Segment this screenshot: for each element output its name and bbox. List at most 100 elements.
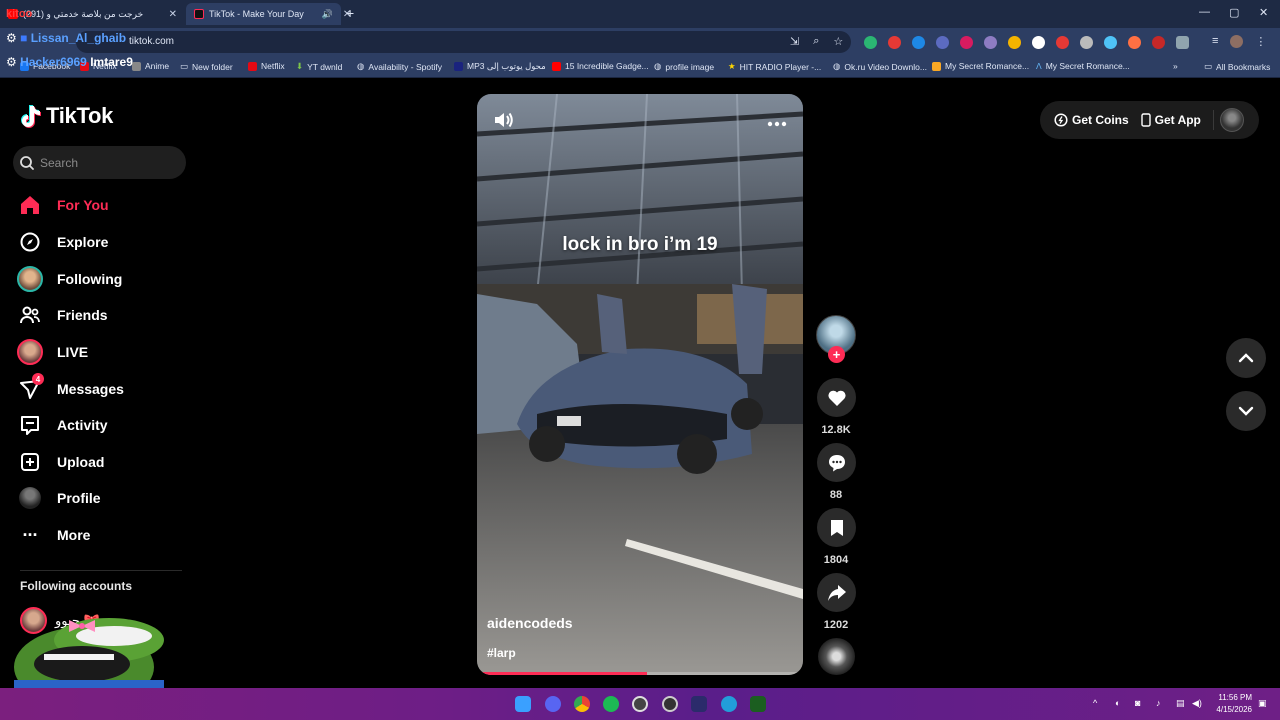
save-button[interactable] [817,508,856,547]
tray-discord-icon[interactable]: ◙ [1135,698,1140,708]
clock-date: 4/15/2026 [1216,705,1252,714]
bookmark-item[interactable]: Netflix [248,61,285,71]
telegram-icon[interactable] [721,696,737,712]
bookmark-item[interactable]: ⬇ YT dwnld [296,61,342,72]
bookmark-item[interactable]: ◍ Ok.ru Video Downlo... [833,61,927,72]
bookmark-item[interactable]: 15 Incredible Gadge... [552,61,649,71]
bookmark-star-icon[interactable]: ☆ [833,35,843,48]
video-player[interactable]: lock in bro i’m 19 aidencodeds #larp [477,94,803,675]
search-box[interactable] [13,146,186,179]
all-bookmarks[interactable]: ▭ All Bookmarks [1204,61,1270,72]
bookmarks-overflow[interactable]: » [1173,61,1178,71]
extension-icon[interactable] [960,36,973,49]
video-author[interactable]: aidencodeds [487,615,573,631]
address-bar[interactable]: tiktok.com [76,31,851,53]
extensions-puzzle-icon[interactable] [1176,36,1189,49]
video-progress-bar[interactable] [477,672,803,675]
extension-icon[interactable] [1152,36,1165,49]
next-video-button[interactable] [1226,391,1266,431]
volume-tray-icon[interactable]: ◀) [1192,698,1202,709]
bookmark-item[interactable]: My Secret Romance... [932,61,1029,71]
previous-video-button[interactable] [1226,338,1266,378]
extension-icon[interactable] [888,36,901,49]
overlay-name-text: Lissan_Al_ghaib [30,31,127,45]
video-hashtag[interactable]: #larp [487,646,516,660]
microphone-icon[interactable]: ♪ [1156,698,1161,708]
bookmark-label: Ok.ru Video Downlo... [844,61,927,72]
chrome-icon[interactable] [574,696,590,712]
discord-icon[interactable] [545,696,561,712]
music-disc-icon[interactable] [818,638,855,675]
obs-icon[interactable] [632,696,648,712]
zoom-icon[interactable]: ⌕ [813,35,819,48]
extension-icon[interactable] [1008,36,1021,49]
extension-icon[interactable] [1080,36,1093,49]
search-input[interactable] [40,155,170,170]
tray-overflow-icon[interactable]: ^ [1093,698,1097,708]
bookmark-item[interactable]: ◍ Availability - Spotify [357,61,442,72]
extension-icon[interactable] [1104,36,1117,49]
minimize-button[interactable]: — [1199,6,1210,18]
start-icon[interactable] [515,696,531,712]
volume-button[interactable] [493,110,515,135]
tiktok-logo[interactable]: TikTok [20,103,113,129]
profile-avatar-icon[interactable] [1230,35,1244,48]
notifications-icon[interactable]: ▣ [1258,698,1267,709]
sidebar-item-live[interactable]: LIVE [16,337,186,367]
sidebar-item-activity[interactable]: Activity [16,410,186,440]
like-button[interactable] [817,378,856,417]
extension-icon[interactable] [936,36,949,49]
sidebar-item-explore[interactable]: Explore [16,227,186,257]
get-app-button[interactable]: Get App [1135,113,1207,127]
bookmark-label: MP3 محول يوتوب إلى [467,61,546,71]
bookmark-item[interactable]: ★ HIT RADIO Player -... [728,61,821,72]
tab-close-icon[interactable]: ✕ [169,9,177,20]
speaker-icon[interactable]: 🔊 [322,9,333,20]
speaker-icon [495,112,513,128]
bookmark-folder[interactable]: ▭ New folder [180,61,233,72]
extension-icon[interactable] [984,36,997,49]
follow-plus-button[interactable]: + [828,346,845,363]
network-icon[interactable]: ▤ [1176,698,1185,709]
extension-icon[interactable] [1128,36,1141,49]
sidebar-item-upload[interactable]: Upload [16,447,186,477]
bookmark-item[interactable]: Anime [132,61,169,71]
sidebar-item-profile[interactable]: Profile [16,483,186,513]
user-avatar[interactable] [1219,108,1244,132]
bookmark-item[interactable]: Λ My Secret Romance... [1036,61,1130,71]
sidebar-item-more[interactable]: ··· More [16,520,186,550]
extension-icon[interactable] [1056,36,1069,49]
sidebar-item-label: Activity [57,417,108,433]
url-text: tiktok.com [129,36,175,47]
chatgpt-icon[interactable] [662,696,678,712]
comment-button[interactable] [817,443,856,482]
anime-icon [132,61,141,71]
extension-icon[interactable] [864,36,877,49]
more-options-button[interactable] [767,114,787,132]
terminal-icon[interactable] [750,696,766,712]
sidebar-item-friends[interactable]: Friends [16,300,186,330]
bookmark-item[interactable]: MP3 محول يوتوب إلى [454,61,546,72]
upload-icon [16,448,44,476]
comment-icon [828,454,845,471]
spotify-icon[interactable] [603,696,619,712]
bookmark-item[interactable]: ◍ profile image [654,61,714,72]
extension-icon[interactable] [912,36,925,49]
reading-list-icon[interactable]: ≡ [1212,35,1218,48]
close-window-button[interactable]: ✕ [1259,6,1268,19]
sidebar-item-for-you[interactable]: For You [16,190,186,220]
maximize-button[interactable]: ▢ [1229,6,1239,19]
menu-kebab-icon[interactable]: ⋮ [1255,35,1266,48]
new-tab-button[interactable]: + [346,5,354,21]
sidebar-item-following[interactable]: Following [16,264,186,294]
bookmarks-bar: Facebook Netflix Anime ▭ New folder Netfl… [0,56,1280,78]
tray-app-icon[interactable]: ◐ [1115,698,1120,708]
get-coins-button[interactable]: Get Coins [1048,113,1135,127]
sidebar-item-messages[interactable]: 4 Messages [16,373,186,404]
install-icon[interactable]: ⇲ [790,35,799,48]
share-button[interactable] [817,573,856,612]
tab-tiktok[interactable]: TikTok - Make Your Day 🔊 ✕ [186,3,351,25]
extension-icon[interactable] [1032,36,1045,49]
taskbar-clock[interactable]: 11:56 PM 4/15/2026 [1206,692,1252,716]
app-icon[interactable] [691,696,707,712]
